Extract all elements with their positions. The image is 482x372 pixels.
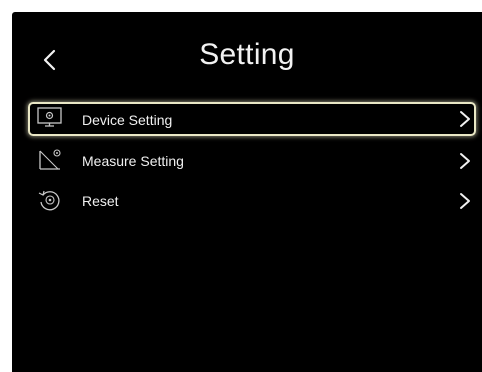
measure-angle-icon	[36, 147, 64, 173]
chevron-right-icon	[456, 189, 474, 213]
device-screen: Setting Device Setting Measure Setting R…	[12, 12, 482, 372]
menu-item-label: Measure Setting	[82, 153, 184, 169]
menu-item-device-setting[interactable]: Device Setting	[28, 102, 476, 136]
menu-item-label: Reset	[82, 193, 119, 209]
header: Setting	[12, 12, 482, 94]
chevron-right-icon	[456, 107, 474, 131]
menu-item-measure-setting[interactable]: Measure Setting	[28, 144, 476, 178]
page-title: Setting	[199, 38, 295, 71]
page-background: Setting Device Setting Measure Setting R…	[0, 0, 482, 372]
menu-item-reset[interactable]: Reset	[28, 184, 476, 218]
monitor-icon	[36, 105, 64, 131]
menu-item-label: Device Setting	[82, 112, 173, 128]
chevron-right-icon	[456, 149, 474, 173]
reset-icon	[36, 187, 64, 213]
